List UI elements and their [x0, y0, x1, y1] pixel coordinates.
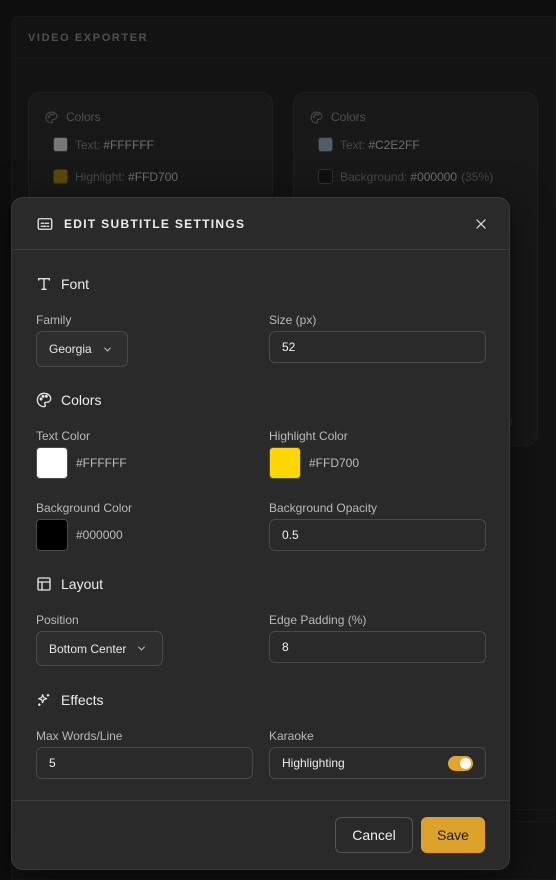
section-effects-title: Effects: [36, 692, 104, 708]
dialog-header: EDIT SUBTITLE SETTINGS: [12, 198, 509, 250]
highlight-color-swatch[interactable]: [269, 447, 301, 479]
karaoke-toggle-label: Highlighting: [282, 756, 345, 770]
highlight-color-value: #FFD700: [309, 456, 360, 470]
font-size-input[interactable]: [269, 331, 486, 363]
edge-padding-label: Edge Padding (%): [269, 613, 367, 627]
subtitles-icon: [36, 215, 54, 233]
type-icon: [36, 276, 52, 292]
section-layout-title: Layout: [36, 576, 103, 592]
save-button[interactable]: Save: [421, 817, 485, 853]
position-value: Bottom Center: [49, 641, 127, 656]
position-select[interactable]: Bottom Center: [36, 631, 163, 666]
chevron-down-icon: [136, 643, 147, 654]
background-color-picker: #000000: [36, 519, 123, 551]
dialog-footer: Cancel Save: [12, 800, 509, 869]
background-color-swatch[interactable]: [36, 519, 68, 551]
highlight-color-picker: #FFD700: [269, 447, 359, 479]
chevron-down-icon: [102, 344, 113, 355]
karaoke-highlighting-row: Highlighting: [269, 747, 486, 779]
background-color-value: #000000: [76, 528, 123, 542]
text-color-picker: #FFFFFF: [36, 447, 127, 479]
max-words-input[interactable]: [36, 747, 253, 779]
text-color-label: Text Color: [36, 429, 91, 443]
karaoke-label: Karaoke: [269, 729, 314, 743]
cancel-button[interactable]: Cancel: [335, 817, 413, 853]
max-words-label: Max Words/Line: [36, 729, 123, 743]
sparkles-icon: [36, 692, 52, 708]
family-label: Family: [36, 313, 72, 327]
font-family-select[interactable]: Georgia: [36, 331, 128, 367]
highlight-color-label: Highlight Color: [269, 429, 348, 443]
edit-subtitle-settings-dialog: EDIT SUBTITLE SETTINGS Font Family Georg…: [11, 197, 510, 870]
position-label: Position: [36, 613, 79, 627]
background-color-label: Background Color: [36, 501, 133, 515]
close-button[interactable]: [471, 214, 491, 234]
close-icon: [476, 218, 486, 229]
background-opacity-label: Background Opacity: [269, 501, 378, 515]
layout-icon: [36, 576, 52, 592]
font-family-value: Georgia: [49, 342, 92, 356]
size-label: Size (px): [269, 313, 317, 327]
karaoke-toggle[interactable]: [448, 755, 473, 771]
section-colors-title: Colors: [36, 392, 101, 408]
text-color-swatch[interactable]: [36, 447, 68, 479]
palette-icon: [36, 392, 52, 408]
dialog-title: EDIT SUBTITLE SETTINGS: [64, 216, 246, 231]
edge-padding-input[interactable]: [269, 631, 486, 663]
toggle-knob: [460, 757, 471, 769]
section-font-title: Font: [36, 276, 89, 292]
text-color-value: #FFFFFF: [76, 456, 127, 470]
background-opacity-input[interactable]: [269, 519, 486, 551]
